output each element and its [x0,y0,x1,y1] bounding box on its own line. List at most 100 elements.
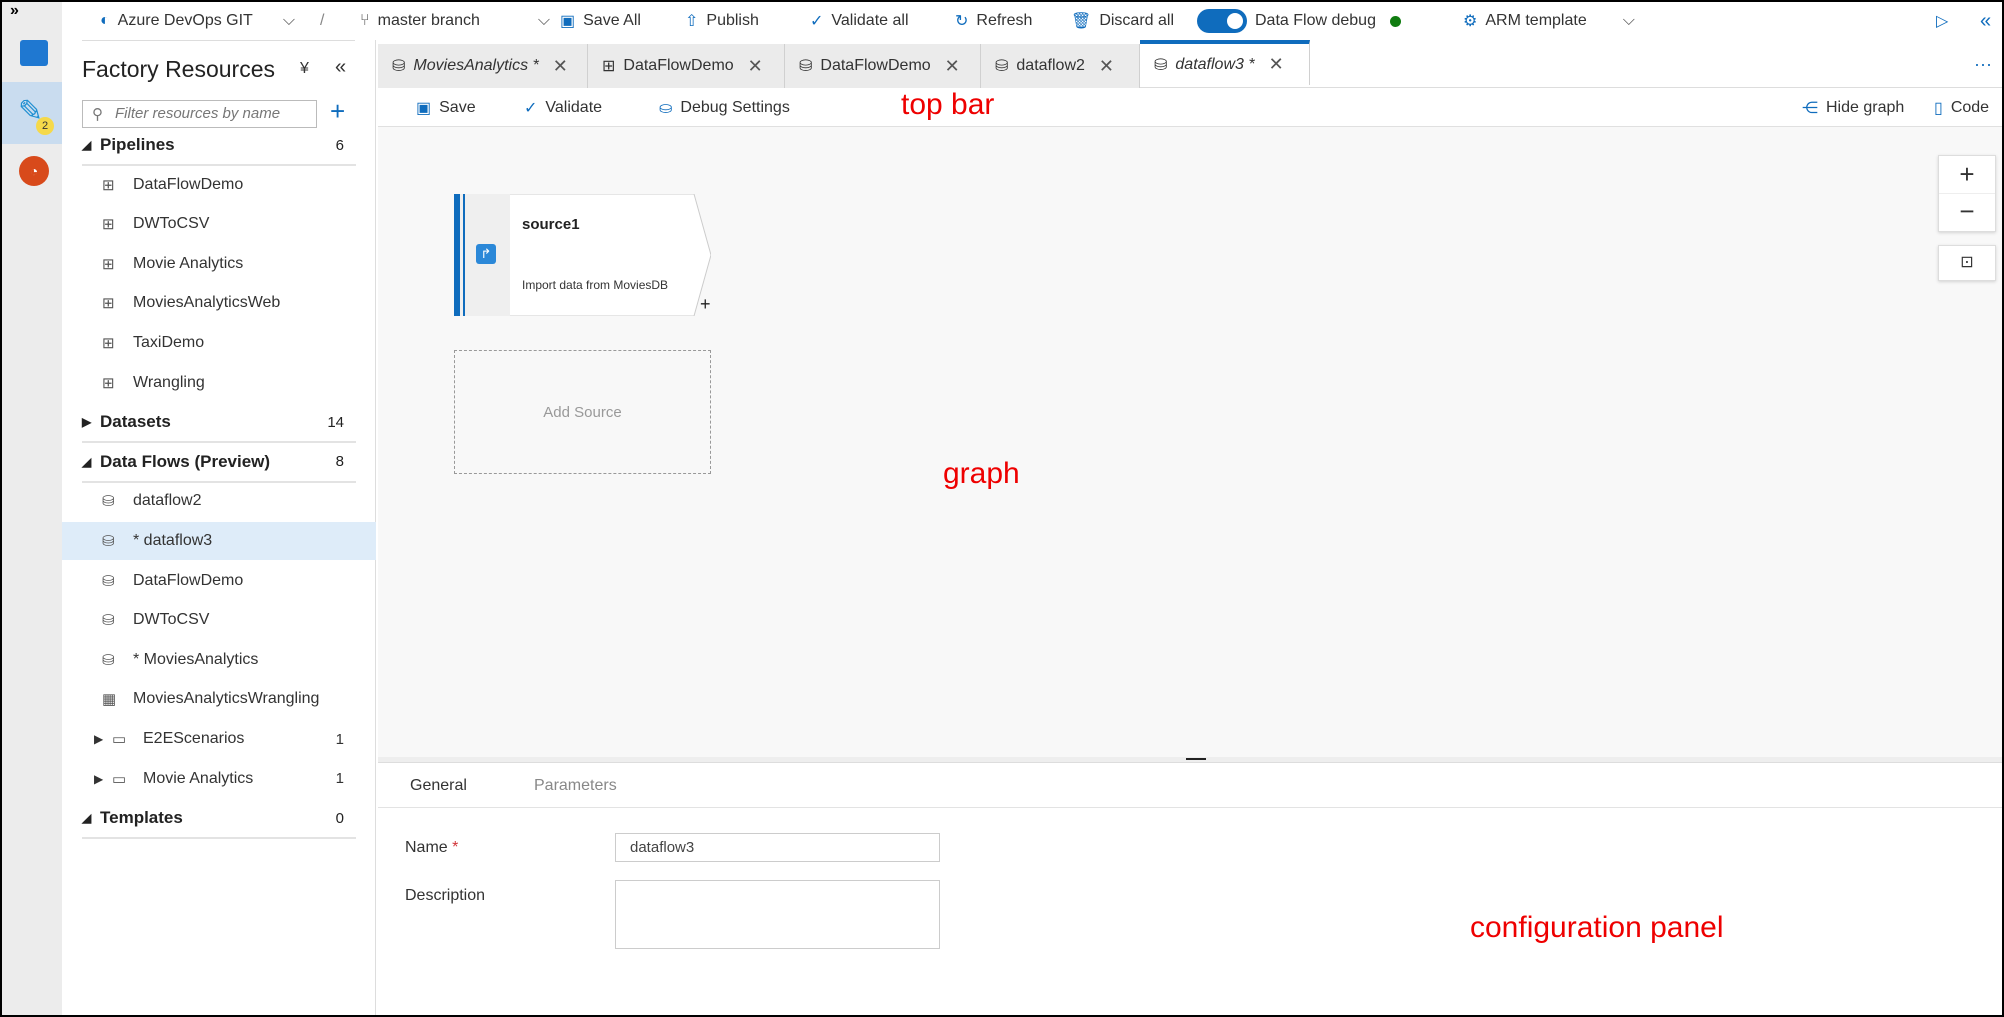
hide-graph-button[interactable]: ⋲ Hide graph [1802,88,1904,127]
tab-dataflow2[interactable]: ⛁ dataflow2 ✕ [981,44,1140,88]
arm-label: ARM template [1485,12,1587,29]
branch-label: master branch [377,12,480,29]
dataflow-item[interactable]: ⛁ * MoviesAnalytics [62,641,376,679]
dataflow-item[interactable]: ⛁ * dataflow3 [62,522,376,560]
item-label: Templates [100,808,183,828]
pipeline-item[interactable]: ⊞ TaxiDemo [62,324,376,362]
dataflow-icon: ⛁ [102,572,115,590]
close-icon[interactable]: ✕ [748,56,763,77]
debug-settings-button[interactable]: ⛀ Debug Settings [659,88,790,127]
folder-item[interactable]: ▶ ▭ E2EScenarios 1 [62,720,376,758]
branch-selector[interactable]: ⑂ master branch ⌵ [360,2,550,40]
filter-resources-input[interactable]: ⚲ Filter resources by name [82,100,317,128]
dataflow-item[interactable]: ⛁ DWToCSV [62,601,376,639]
dataflow-item[interactable]: ⛁ dataflow2 [62,482,376,520]
validate-button[interactable]: ✓ Validate [524,88,602,127]
close-icon[interactable]: ✕ [1099,56,1114,77]
item-count: 6 [335,136,344,154]
tab-dataflowdemo-pipeline[interactable]: ⊞ DataFlowDemo ✕ [588,44,785,88]
folder-item[interactable]: ▶ ▭ Movie Analytics 1 [62,760,376,798]
item-label: Pipelines [100,135,175,154]
monitor-icon[interactable]: ◔ [19,156,49,186]
pipeline-icon: ⊞ [102,295,115,313]
collapse-button[interactable]: « [1980,2,1991,40]
discard-all-button[interactable]: 🗑 Discard all [1071,2,1174,40]
play-icon[interactable]: ▷ [1936,2,1948,40]
save-all-button[interactable]: ▣ Save All [560,2,641,40]
pipeline-item[interactable]: ⊞ Movie Analytics [62,245,376,283]
close-icon[interactable]: ✕ [945,56,960,77]
close-icon[interactable]: ✕ [1269,54,1284,75]
tab-general[interactable]: General [410,777,467,795]
section-templates[interactable]: ◢ Templates 0 [62,799,376,840]
close-icon[interactable]: ✕ [553,56,568,77]
validate-all-label: Validate all [831,12,909,29]
more-tabs-icon[interactable]: ··· [1974,54,1992,75]
pipeline-item[interactable]: ⊞ DWToCSV [62,205,376,243]
collapsed-caret-icon[interactable]: ▶ [94,772,103,786]
add-resource-button[interactable]: + [330,96,345,127]
section-dataflows[interactable]: ◢ Data Flows (Preview) 8 [62,443,376,483]
validate-all-button[interactable]: ✓ Validate all [810,2,909,40]
item-label: Data Flows (Preview) [100,451,271,471]
item-label: Datasets [100,412,171,432]
save-all-label: Save All [583,12,641,29]
item-label: dataflow2 [133,492,202,510]
zoom-to-fit-button[interactable]: ⊡ [1938,245,1996,281]
overview-icon[interactable] [20,40,48,66]
tab-dataflow3[interactable]: ⛁ dataflow3 * ✕ [1140,40,1310,85]
save-button[interactable]: ▣ Save [416,88,476,127]
validate-label: Validate [545,98,603,116]
refresh-button[interactable]: ↻ Refresh [955,2,1032,40]
save-label: Save [439,98,476,116]
pipeline-icon: ⊞ [102,374,115,392]
data-flow-debug-toggle[interactable]: Data Flow debug [1197,2,1401,40]
dataflow-icon: ⛁ [102,612,115,630]
tab-label: dataflow3 * [1175,55,1255,73]
hide-graph-label: Hide graph [1826,98,1905,116]
collapsed-caret-icon[interactable]: ▶ [82,415,91,429]
expanded-caret-icon[interactable]: ◢ [82,811,91,825]
zoom-in-button[interactable]: + [1939,156,1995,194]
expanded-caret-icon[interactable]: ◢ [82,138,91,152]
collapsed-caret-icon[interactable]: ▶ [94,732,103,746]
publish-button[interactable]: ⇧ Publish [685,2,759,40]
description-label: Description [405,887,486,904]
arm-template-menu[interactable]: ⚙ ARM template ⌵ [1463,2,1635,40]
tab-movies-analytics[interactable]: ⛁ MoviesAnalytics * ✕ [378,44,588,88]
separator: / [320,12,325,29]
repo-selector[interactable]: ◐ Azure DevOps GIT ⌵ [100,2,295,40]
toggle-switch[interactable] [1197,9,1247,33]
tab-dataflowdemo-dataflow[interactable]: ⛁ DataFlowDemo ✕ [785,44,981,88]
filter-placeholder: Filter resources by name [115,105,281,122]
pipeline-item[interactable]: ⊞ Wrangling [62,364,376,402]
add-source-button[interactable]: Add Source [454,350,711,474]
collapse-panel-icon[interactable]: « [335,56,346,79]
source-icon: ↱ [476,244,496,264]
source-node[interactable]: ↱ source1 Import data from MoviesDB + [454,194,711,316]
save-icon: ▣ [416,99,432,117]
name-input[interactable]: dataflow3 [615,833,940,862]
tab-parameters[interactable]: Parameters [534,777,617,795]
section-datasets[interactable]: ▶ Datasets 14 [62,403,376,444]
dataflow-item[interactable]: ⛁ DataFlowDemo [62,562,376,600]
collapse-all-icon[interactable]: ¥ [300,60,309,78]
dataflow-icon: ⛁ [392,58,406,75]
zoom-out-button[interactable]: − [1939,194,1995,232]
expanded-caret-icon[interactable]: ◢ [82,455,91,469]
graph-canvas[interactable]: ↱ source1 Import data from MoviesDB + Ad… [378,127,2002,757]
pipeline-item[interactable]: ⊞ MoviesAnalyticsWeb [62,284,376,322]
panel-title: Factory Resources [82,56,276,82]
expand-rail-button[interactable]: » [10,2,19,20]
add-transform-plus-icon[interactable]: + [700,294,711,315]
item-label: DataFlowDemo [133,175,244,193]
dataflow-item[interactable]: ▦ MoviesAnalyticsWrangling [62,680,376,718]
section-pipelines[interactable]: ◢ Pipelines 6 [62,126,376,166]
code-label: Code [1950,98,1990,116]
description-textarea[interactable] [615,880,940,949]
debug-settings-icon: ⛀ [659,99,673,117]
tab-bar: ⛁ MoviesAnalytics * ✕ ⊞ DataFlowDemo ✕ ⛁ Data… [378,40,2002,88]
code-button[interactable]: ▯ Code [1934,88,1989,127]
dataflow-icon: ⛁ [995,58,1009,75]
pipeline-item[interactable]: ⊞ DataFlowDemo [62,166,376,204]
